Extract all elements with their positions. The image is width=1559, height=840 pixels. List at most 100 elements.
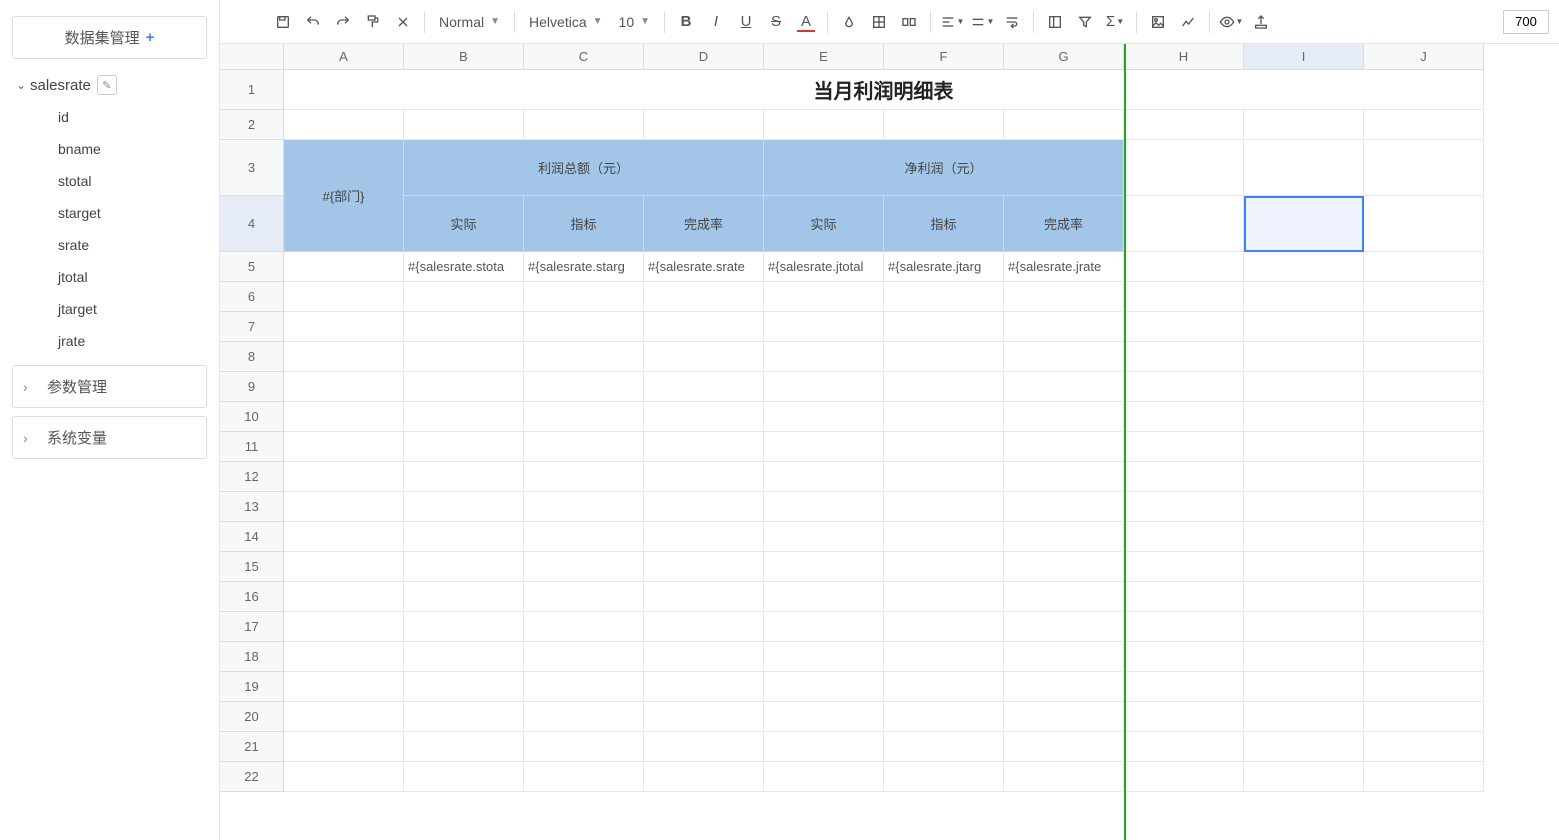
row-header[interactable]: 15: [220, 552, 284, 582]
redo-icon[interactable]: [330, 9, 356, 35]
row-header[interactable]: 5: [220, 252, 284, 282]
cell[interactable]: [644, 552, 764, 582]
cell[interactable]: [644, 732, 764, 762]
cell[interactable]: [404, 462, 524, 492]
cell[interactable]: [1244, 522, 1364, 552]
cell[interactable]: [1004, 702, 1124, 732]
cell[interactable]: [1124, 402, 1244, 432]
cell[interactable]: [404, 672, 524, 702]
row-header[interactable]: 4: [220, 196, 284, 252]
cell[interactable]: [884, 312, 1004, 342]
cell[interactable]: [644, 522, 764, 552]
cell[interactable]: #{salesrate.stota: [404, 252, 524, 282]
cell[interactable]: #{salesrate.srate: [644, 252, 764, 282]
cell[interactable]: [644, 110, 764, 140]
cell[interactable]: [284, 552, 404, 582]
cell[interactable]: [884, 612, 1004, 642]
cell[interactable]: [1124, 762, 1244, 792]
text-wrap-icon[interactable]: [999, 9, 1025, 35]
text-color-icon[interactable]: A: [793, 9, 819, 35]
cell[interactable]: [764, 672, 884, 702]
cell[interactable]: [1004, 282, 1124, 312]
cell[interactable]: [524, 522, 644, 552]
cell[interactable]: [284, 522, 404, 552]
cell[interactable]: #{salesrate.jrate: [1004, 252, 1124, 282]
cell[interactable]: [1244, 312, 1364, 342]
grid-corner[interactable]: [220, 44, 284, 70]
cell[interactable]: [884, 372, 1004, 402]
cell[interactable]: [1004, 522, 1124, 552]
cell[interactable]: [1364, 196, 1484, 252]
italic-icon[interactable]: I: [703, 9, 729, 35]
cell[interactable]: [1364, 672, 1484, 702]
cell[interactable]: [524, 582, 644, 612]
row-header[interactable]: 13: [220, 492, 284, 522]
cell[interactable]: [284, 732, 404, 762]
cell[interactable]: [764, 702, 884, 732]
cell[interactable]: [404, 702, 524, 732]
cell[interactable]: [284, 702, 404, 732]
cell[interactable]: [644, 282, 764, 312]
cell[interactable]: [284, 342, 404, 372]
font-size-dropdown[interactable]: 10▼: [613, 9, 656, 35]
cell[interactable]: [1004, 642, 1124, 672]
column-header[interactable]: I: [1244, 44, 1364, 70]
image-icon[interactable]: [1145, 9, 1171, 35]
row-header[interactable]: 8: [220, 342, 284, 372]
cell[interactable]: [1124, 342, 1244, 372]
cell[interactable]: [284, 762, 404, 792]
cell[interactable]: [404, 642, 524, 672]
cell[interactable]: [1124, 312, 1244, 342]
cell[interactable]: [284, 282, 404, 312]
fill-color-icon[interactable]: [836, 9, 862, 35]
cell[interactable]: [404, 492, 524, 522]
zoom-input[interactable]: [1503, 10, 1549, 34]
cell[interactable]: [284, 612, 404, 642]
column-header[interactable]: A: [284, 44, 404, 70]
cell[interactable]: [1244, 672, 1364, 702]
row-header[interactable]: 20: [220, 702, 284, 732]
cell[interactable]: [284, 672, 404, 702]
cell[interactable]: [404, 582, 524, 612]
cell[interactable]: 完成率: [1004, 196, 1124, 252]
cell[interactable]: [1364, 642, 1484, 672]
tree-node-salesrate[interactable]: ⌄ salesrate ✎: [8, 69, 211, 101]
row-header[interactable]: 6: [220, 282, 284, 312]
cell[interactable]: [404, 110, 524, 140]
cell[interactable]: [1124, 110, 1244, 140]
column-header[interactable]: J: [1364, 44, 1484, 70]
cell[interactable]: [1244, 732, 1364, 762]
row-header[interactable]: 1: [220, 70, 284, 110]
cell[interactable]: [524, 762, 644, 792]
undo-icon[interactable]: [300, 9, 326, 35]
cell[interactable]: [284, 642, 404, 672]
cell[interactable]: [1124, 732, 1244, 762]
cell[interactable]: [1124, 462, 1244, 492]
cell[interactable]: [1004, 312, 1124, 342]
cell[interactable]: #{salesrate.starg: [524, 252, 644, 282]
cell[interactable]: [1244, 462, 1364, 492]
cell[interactable]: [1364, 522, 1484, 552]
cell[interactable]: [524, 612, 644, 642]
cell[interactable]: [524, 672, 644, 702]
borders-icon[interactable]: [866, 9, 892, 35]
cell[interactable]: [884, 642, 1004, 672]
cell[interactable]: [1244, 282, 1364, 312]
cell[interactable]: [1004, 672, 1124, 702]
cell[interactable]: [1244, 492, 1364, 522]
formula-icon[interactable]: Σ▼: [1102, 9, 1128, 35]
cell[interactable]: [884, 702, 1004, 732]
row-header[interactable]: 16: [220, 582, 284, 612]
cell[interactable]: [284, 582, 404, 612]
column-header[interactable]: G: [1004, 44, 1124, 70]
cell[interactable]: [284, 312, 404, 342]
row-header[interactable]: 14: [220, 522, 284, 552]
cell[interactable]: [644, 582, 764, 612]
cell[interactable]: [524, 702, 644, 732]
cell[interactable]: [764, 522, 884, 552]
cell[interactable]: [1004, 462, 1124, 492]
cell[interactable]: [404, 612, 524, 642]
cell[interactable]: [1364, 140, 1484, 196]
field-item[interactable]: jrate: [28, 325, 211, 357]
cell[interactable]: [764, 312, 884, 342]
